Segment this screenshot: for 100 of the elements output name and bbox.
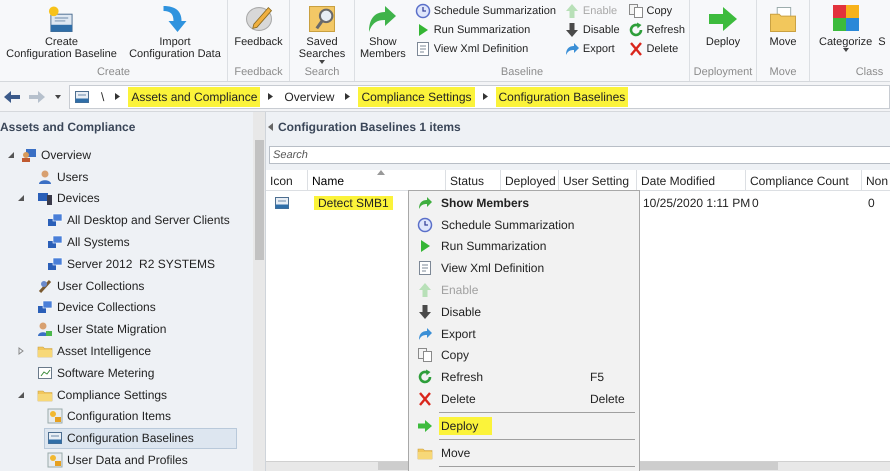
menu-item[interactable]: Export bbox=[411, 322, 637, 345]
breadcrumb[interactable]: Overview bbox=[281, 86, 338, 106]
history-dropdown-button[interactable] bbox=[52, 94, 64, 98]
refresh-icon bbox=[417, 369, 433, 386]
tree-item[interactable]: Users bbox=[34, 166, 98, 188]
tree-expander[interactable] bbox=[7, 150, 15, 159]
menu-item[interactable]: Move bbox=[411, 442, 637, 464]
collection-icon bbox=[47, 212, 63, 228]
tree-item[interactable]: User State Migration bbox=[34, 318, 176, 340]
pencil-bubble-icon bbox=[246, 6, 272, 32]
expanded-arrow-icon bbox=[17, 194, 25, 202]
tree-expander[interactable] bbox=[17, 390, 25, 399]
dropdown-caret-icon bbox=[55, 94, 61, 98]
group-label: Move bbox=[768, 65, 798, 80]
down-arrow-icon bbox=[564, 22, 580, 38]
users-computer-icon bbox=[21, 146, 37, 163]
ribbon-small-button[interactable]: Delete bbox=[628, 41, 686, 57]
colored-squares-icon bbox=[832, 5, 860, 33]
ribbon-button[interactable]: Import Configuration Data bbox=[128, 2, 222, 60]
ribbon-button[interactable]: Categorize bbox=[818, 2, 874, 52]
search-field[interactable]: Search bbox=[269, 146, 890, 164]
ribbon-button[interactable]: Show Members bbox=[358, 2, 407, 60]
tree-item[interactable]: All Systems bbox=[44, 232, 139, 253]
address-field[interactable]: \ Assets and Compliance Overview Compliance Settings Configuration Baselines bbox=[69, 84, 890, 108]
tree-item[interactable]: Overview bbox=[18, 144, 100, 166]
breadcrumb[interactable]: Assets and Compliance bbox=[128, 86, 260, 106]
ribbon-small-button[interactable]: Refresh bbox=[628, 22, 686, 38]
document-icon bbox=[414, 41, 431, 57]
folder-magnifier-icon bbox=[308, 6, 335, 32]
tree-item[interactable]: User Data and Profiles bbox=[44, 450, 197, 471]
menu-item[interactable]: Deploy bbox=[411, 414, 637, 437]
delete-icon bbox=[417, 391, 433, 408]
ribbon-small-button[interactable]: Export bbox=[564, 41, 620, 57]
tree-item[interactable]: All Desktop and Server Clients bbox=[44, 210, 239, 231]
menu-item[interactable]: Refresh F5 bbox=[411, 366, 637, 388]
refresh-icon bbox=[628, 22, 644, 38]
tree-item[interactable]: Compliance Settings bbox=[34, 384, 176, 406]
ribbon-small-button[interactable]: Copy bbox=[628, 3, 686, 19]
tree-item[interactable]: Configuration Items bbox=[44, 406, 180, 427]
shortcut-label: Delete bbox=[589, 391, 626, 408]
ribbon-button[interactable]: Deploy bbox=[704, 2, 742, 48]
user-collection-icon bbox=[37, 278, 53, 294]
tree-item[interactable]: Software Metering bbox=[34, 362, 164, 384]
pane-title: Assets and Compliance bbox=[0, 119, 136, 136]
group-label: Deployment bbox=[692, 65, 754, 80]
curved-arrow-icon bbox=[417, 326, 433, 342]
tree-item[interactable]: User Collections bbox=[34, 275, 154, 296]
ribbon-small-button[interactable]: Schedule Summarization bbox=[414, 3, 556, 19]
tree-expander[interactable] bbox=[17, 347, 25, 356]
dropdown-caret-icon bbox=[318, 60, 325, 64]
tree-item[interactable]: Asset Intelligence bbox=[34, 340, 160, 362]
expanded-arrow-icon bbox=[7, 150, 15, 159]
ribbon-small-button[interactable]: Run Summarization bbox=[414, 22, 556, 38]
ribbon-button[interactable]: Create Configuration Baseline bbox=[5, 2, 118, 60]
column-header[interactable]: Compliance Count bbox=[746, 170, 862, 190]
computer-icon bbox=[37, 190, 53, 206]
menu-item[interactable]: Run Summarization bbox=[411, 236, 637, 258]
configuration-item-icon bbox=[47, 408, 63, 424]
shortcut-label: F5 bbox=[589, 369, 606, 386]
up-arrow-icon bbox=[564, 3, 580, 19]
breadcrumb[interactable]: Compliance Settings bbox=[358, 86, 474, 106]
scrollbar[interactable] bbox=[253, 112, 265, 471]
menu-item[interactable]: Delete Delete bbox=[411, 388, 637, 410]
ribbon-small-button[interactable]: View Xml Definition bbox=[414, 41, 556, 57]
user-migration-icon bbox=[37, 321, 53, 338]
breadcrumb[interactable]: \ bbox=[98, 86, 108, 106]
group-label: Create bbox=[96, 65, 132, 80]
column-header[interactable]: Icon bbox=[266, 170, 308, 190]
menu-item[interactable]: Copy bbox=[411, 344, 637, 366]
list-title: Configuration Baselines 1 items bbox=[278, 119, 461, 136]
collapsed-arrow-icon bbox=[17, 347, 25, 356]
ribbon-button[interactable]: Feedback bbox=[233, 2, 284, 48]
tree-item[interactable]: Device Collections bbox=[34, 296, 165, 318]
menu-item[interactable]: Show Members bbox=[411, 192, 637, 214]
menu-item[interactable]: Disable bbox=[411, 300, 637, 323]
curved-arrow-icon bbox=[369, 6, 396, 32]
ribbon-small-button[interactable]: Disable bbox=[564, 22, 620, 38]
up-arrow-icon bbox=[417, 282, 433, 298]
curved-arrow-icon bbox=[417, 194, 433, 211]
tree-expander[interactable] bbox=[17, 194, 25, 202]
breadcrumb-separator-icon bbox=[345, 93, 350, 100]
ribbon-button[interactable]: Move bbox=[768, 2, 798, 48]
console-icon bbox=[74, 88, 90, 104]
menu-item[interactable]: Schedule Summarization bbox=[411, 214, 637, 236]
tree-item[interactable]: Devices bbox=[34, 188, 109, 209]
tree-item[interactable]: Configuration Baselines bbox=[44, 428, 237, 449]
folder-documents-icon bbox=[770, 6, 796, 32]
tree-item[interactable]: Server 2012 R2 SYSTEMS bbox=[44, 253, 224, 274]
breadcrumb[interactable]: Configuration Baselines bbox=[496, 86, 628, 106]
menu-item[interactable]: View Xml Definition bbox=[411, 257, 637, 280]
group-label: Search bbox=[304, 65, 340, 80]
baseline-box-icon bbox=[48, 6, 74, 32]
copy-icon bbox=[628, 3, 644, 19]
expanded-arrow-icon bbox=[17, 390, 25, 399]
ribbon-button[interactable]: S bbox=[877, 2, 887, 48]
column-header[interactable]: Non bbox=[862, 170, 890, 190]
ribbon-button[interactable]: Saved Searches bbox=[298, 2, 346, 64]
clock-icon bbox=[414, 3, 431, 19]
group-label: Class bbox=[854, 65, 884, 80]
dropdown-caret-icon bbox=[842, 48, 849, 52]
